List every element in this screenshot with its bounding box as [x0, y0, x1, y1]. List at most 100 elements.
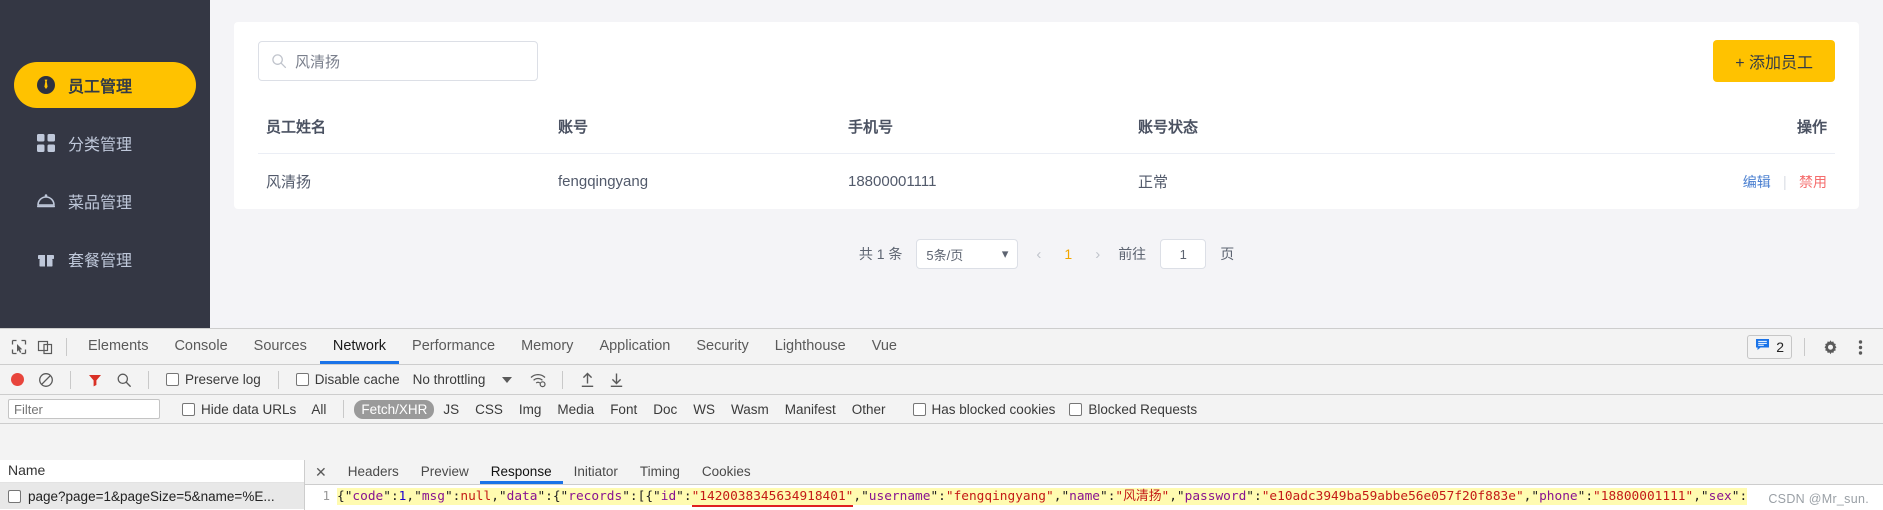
controlbar-divider-3	[277, 370, 279, 389]
json-token: ,"	[491, 489, 507, 504]
message-count-badge[interactable]: 2	[1747, 335, 1792, 359]
network-controlbar: Preserve log Disable cache No throttling	[0, 365, 1883, 395]
controlbar-divider-4	[562, 370, 564, 389]
tab-memory[interactable]: Memory	[508, 329, 586, 364]
employee-panel: 风清扬 + 添加员工 员工姓名 账号 手机号 账号状态 操作 风清扬 fengq…	[234, 22, 1859, 209]
device-toolbar-icon[interactable]	[32, 334, 58, 360]
disable-cache-checkbox[interactable]: Disable cache	[295, 372, 400, 387]
chevron-left-icon[interactable]: ‹	[1032, 246, 1045, 263]
page-number-1[interactable]: 1	[1059, 246, 1077, 262]
has-blocked-cookies-checkbox[interactable]: Has blocked cookies	[912, 402, 1055, 417]
checkbox-box	[182, 402, 195, 416]
filter-type-other[interactable]: Other	[845, 400, 893, 419]
filter-type-manifest[interactable]: Manifest	[778, 400, 843, 419]
page-size-select[interactable]: 5条/页 ▾	[916, 239, 1019, 269]
controlbar-divider-2	[148, 370, 149, 389]
grid-squares-icon	[36, 133, 56, 153]
sidebar-item-category-management[interactable]: 分类管理	[14, 120, 196, 166]
blocked-requests-label: Blocked Requests	[1088, 401, 1198, 417]
chevron-right-icon[interactable]: ›	[1091, 246, 1104, 263]
page-unit-label: 页	[1220, 246, 1235, 262]
column-header-account: 账号	[558, 100, 848, 154]
json-token: ,"	[1693, 489, 1709, 504]
column-header-name: 员工姓名	[258, 100, 558, 154]
gear-icon[interactable]	[1817, 334, 1843, 360]
detail-tab-timing[interactable]: Timing	[629, 460, 691, 484]
json-token: username	[868, 489, 931, 504]
column-header-status: 账号状态	[1138, 100, 1438, 154]
filter-type-fetch-xhr[interactable]: Fetch/XHR	[354, 399, 435, 419]
tab-console[interactable]: Console	[161, 329, 240, 364]
detail-tab-cookies[interactable]: Cookies	[691, 460, 762, 484]
tab-network[interactable]: Network	[320, 329, 399, 364]
detail-tab-headers[interactable]: Headers	[337, 460, 410, 484]
detail-tab-initiator[interactable]: Initiator	[563, 460, 629, 484]
upload-arrow-icon[interactable]	[574, 367, 600, 393]
request-list-item[interactable]: page?page=1&pageSize=5&name=%E...	[0, 483, 304, 509]
sidebar-item-combo-management[interactable]: 套餐管理	[14, 236, 196, 282]
goto-page-input[interactable]	[1160, 239, 1207, 269]
kebab-menu-icon[interactable]	[1847, 334, 1873, 360]
json-token: ":	[1246, 489, 1262, 504]
search-icon[interactable]	[111, 367, 137, 393]
edit-link[interactable]: 编辑	[1743, 174, 1771, 190]
tab-performance[interactable]: Performance	[399, 329, 508, 364]
watermark: CSDN @Mr_sun.	[1768, 492, 1869, 506]
disable-link[interactable]: 禁用	[1799, 174, 1827, 190]
request-checkbox-icon[interactable]	[8, 489, 21, 503]
chevron-down-icon[interactable]	[502, 376, 513, 383]
filter-type-css[interactable]: CSS	[468, 400, 510, 419]
tab-elements[interactable]: Elements	[75, 329, 161, 364]
detail-tab-response[interactable]: Response	[480, 460, 563, 484]
panel-toolbar: 风清扬 + 添加员工	[258, 22, 1835, 100]
json-token: sex	[1708, 489, 1732, 504]
preserve-log-checkbox[interactable]: Preserve log	[166, 372, 261, 387]
chevron-down-icon: ▾	[1001, 246, 1009, 261]
filter-type-doc[interactable]: Doc	[646, 400, 684, 419]
tab-vue[interactable]: Vue	[859, 329, 910, 364]
search-input[interactable]: 风清扬	[258, 41, 538, 81]
filter-type-font[interactable]: Font	[603, 400, 644, 419]
checkbox-box	[912, 402, 926, 416]
download-arrow-icon[interactable]	[603, 367, 629, 393]
json-token: code	[352, 489, 384, 504]
cell-status: 正常	[1138, 174, 1169, 191]
filter-type-wasm[interactable]: Wasm	[724, 400, 776, 419]
close-icon[interactable]: ✕	[311, 464, 337, 481]
hide-data-urls-checkbox[interactable]: Hide data URLs	[182, 402, 296, 417]
json-token: id	[660, 489, 677, 504]
json-token: "fengqingyang"	[945, 489, 1054, 504]
blocked-requests-checkbox[interactable]: Blocked Requests	[1069, 402, 1197, 417]
filter-type-media[interactable]: Media	[550, 400, 601, 419]
response-json-line[interactable]: {"code":1,"msg":null,"data":{"records":[…	[337, 488, 1748, 507]
filter-type-ws[interactable]: WS	[686, 400, 722, 419]
tab-security[interactable]: Security	[683, 329, 761, 364]
add-employee-button[interactable]: + 添加员工	[1713, 40, 1835, 82]
filter-type-all[interactable]: All	[304, 400, 333, 419]
json-token: data	[506, 489, 538, 504]
tab-application[interactable]: Application	[586, 329, 683, 364]
message-count: 2	[1776, 339, 1784, 355]
filter-input[interactable]	[8, 399, 160, 419]
cell-account: fengqingyang	[558, 173, 649, 190]
sidebar-item-employee-management[interactable]: 员工管理	[14, 62, 196, 108]
sidebar-item-dish-management[interactable]: 菜品管理	[14, 178, 196, 224]
record-stop-icon[interactable]	[11, 373, 24, 386]
json-token: ":	[1577, 489, 1594, 504]
tab-lighthouse[interactable]: Lighthouse	[762, 329, 859, 364]
json-token: ":	[930, 489, 946, 504]
inspect-element-icon[interactable]	[6, 334, 32, 360]
line-number: 1	[322, 488, 330, 503]
disable-cache-label: Disable cache	[314, 372, 400, 387]
filter-type-img[interactable]: Img	[512, 400, 549, 419]
filter-type-js[interactable]: JS	[436, 400, 466, 419]
detail-tab-preview[interactable]: Preview	[410, 460, 480, 484]
funnel-filter-icon[interactable]	[82, 367, 108, 393]
toolbar-divider	[66, 337, 67, 356]
network-conditions-icon[interactable]	[525, 367, 551, 393]
tab-sources[interactable]: Sources	[241, 329, 320, 364]
json-token: ":	[676, 489, 692, 504]
throttling-select[interactable]: No throttling	[413, 372, 486, 387]
highlighted-id-value: "1420038345634918401"	[691, 489, 854, 507]
clear-no-entry-icon[interactable]	[33, 367, 59, 393]
